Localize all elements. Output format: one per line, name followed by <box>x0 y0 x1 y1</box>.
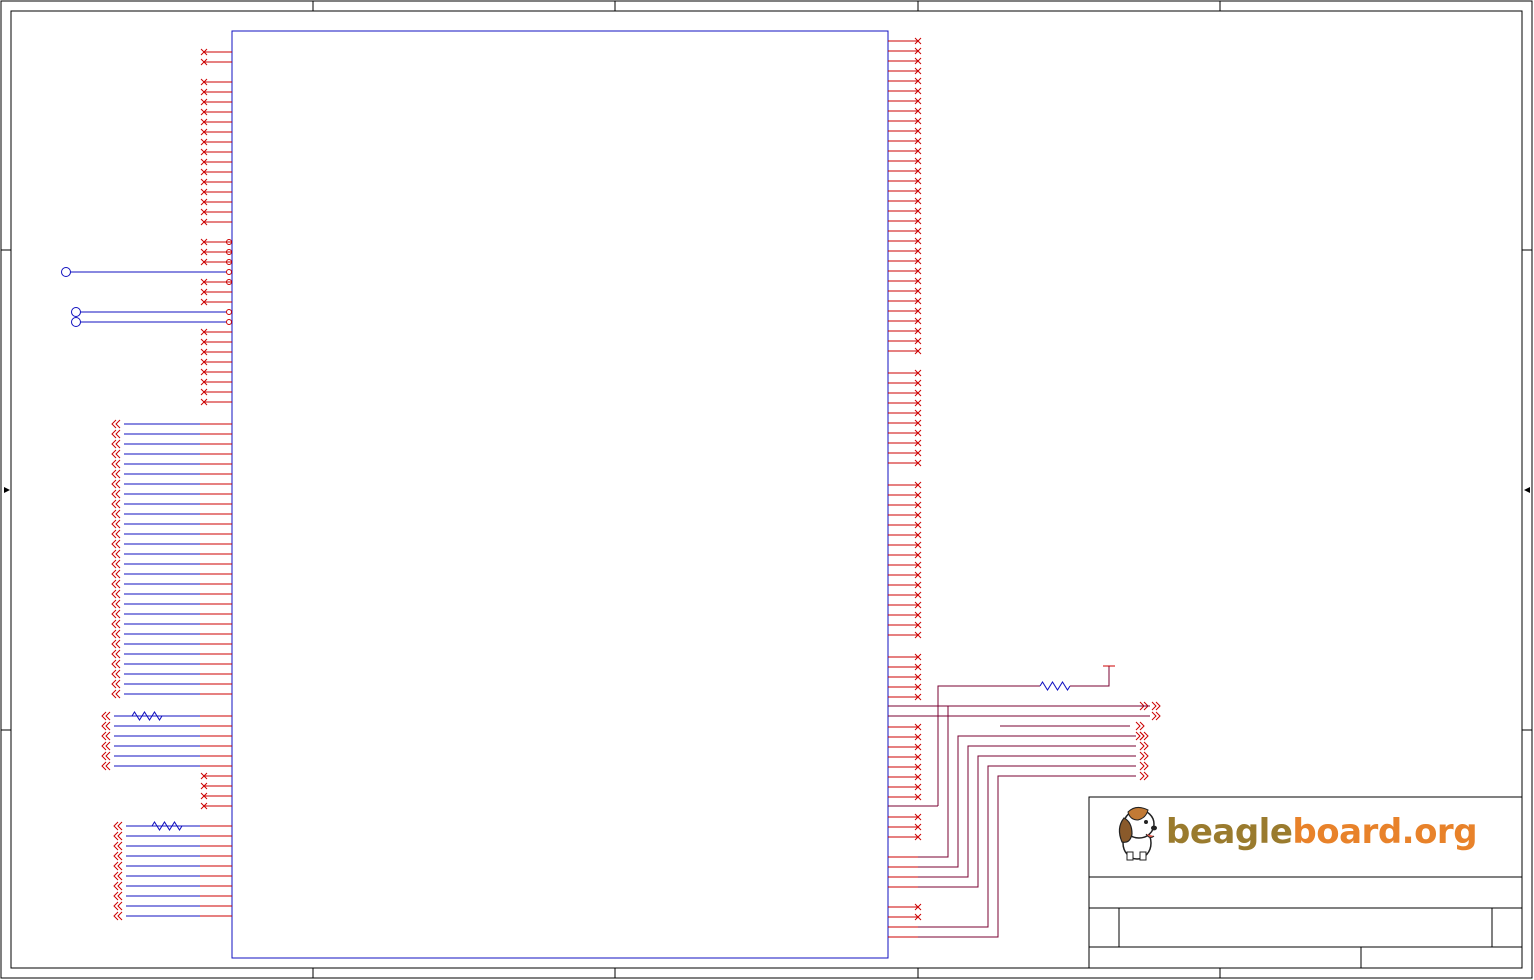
offpage-connector <box>113 821 123 831</box>
offpage-connector <box>111 629 121 639</box>
offpage-connector <box>111 499 121 509</box>
center-arrow-right <box>1524 487 1530 493</box>
logo-text-board: board <box>1292 812 1402 852</box>
ic-symbol <box>231 30 889 959</box>
beagle-dog-icon <box>1118 806 1157 861</box>
dog-nose <box>1151 825 1157 831</box>
terminal-circle <box>71 307 81 317</box>
resistor <box>151 821 183 831</box>
offpage-connector <box>111 489 121 499</box>
offpage-connector <box>111 459 121 469</box>
offpage-connector <box>101 721 111 731</box>
center-arrow-left <box>4 487 10 493</box>
beagleboard-logo: beagleboard.org <box>1166 812 1478 852</box>
offpage-connector <box>111 539 121 549</box>
offpage-connector <box>111 579 121 589</box>
pin-bubble <box>226 309 232 315</box>
offpage-connector <box>1135 731 1145 741</box>
offpage-connector <box>113 831 123 841</box>
pin-bubble <box>226 319 232 325</box>
offpage-connector <box>1139 741 1149 751</box>
pin-bubble <box>226 269 232 275</box>
dog-leg <box>1126 851 1134 861</box>
net-wire <box>918 705 1136 858</box>
net-wire <box>1070 666 1110 687</box>
logo-text-beagle: beagle <box>1166 812 1293 852</box>
offpage-connector <box>111 569 121 579</box>
offpage-connector <box>111 649 121 659</box>
offpage-connector <box>101 761 111 771</box>
net-wires <box>888 665 1161 938</box>
offpage-connector <box>101 711 111 721</box>
offpage-connector <box>111 449 121 459</box>
offpage-connector <box>111 679 121 689</box>
left-pin-column <box>61 48 232 921</box>
offpage-connector <box>101 731 111 741</box>
offpage-connector <box>1151 701 1161 711</box>
resistor <box>1039 681 1071 691</box>
offpage-connector <box>111 509 121 519</box>
offpage-connector <box>1151 711 1161 721</box>
logo-text-org: .org <box>1401 812 1478 852</box>
offpage-connector <box>113 901 123 911</box>
offpage-connector <box>111 439 121 449</box>
offpage-connector <box>111 659 121 669</box>
offpage-connector <box>111 599 121 609</box>
terminal-circle <box>61 267 71 277</box>
offpage-connector <box>1139 761 1149 771</box>
offpage-connector <box>111 689 121 699</box>
offpage-connector <box>1139 751 1149 761</box>
offpage-connector <box>113 841 123 851</box>
net-wire <box>918 765 1136 928</box>
offpage-connector <box>111 619 121 629</box>
offpage-connector <box>101 751 111 761</box>
offpage-connector <box>1135 721 1145 731</box>
offpage-connector <box>111 429 121 439</box>
offpage-connector <box>111 639 121 649</box>
offpage-connector <box>113 881 123 891</box>
terminal-circle <box>71 317 81 327</box>
offpage-connector <box>111 669 121 679</box>
offpage-connector <box>1139 771 1149 781</box>
dog-eye <box>1144 820 1148 824</box>
offpage-connector <box>113 891 123 901</box>
offpage-connector <box>113 851 123 861</box>
offpage-connector <box>111 559 121 569</box>
net-wire <box>918 775 1136 938</box>
offpage-connector <box>113 911 123 921</box>
offpage-connector <box>111 479 121 489</box>
right-pin-column <box>888 37 922 921</box>
ic-body <box>231 30 889 959</box>
offpage-connector <box>113 871 123 881</box>
offpage-connector <box>111 519 121 529</box>
offpage-connector <box>111 419 121 429</box>
offpage-connector <box>111 609 121 619</box>
resistor <box>131 711 163 721</box>
offpage-connector <box>101 741 111 751</box>
offpage-connector <box>111 589 121 599</box>
dog-leg <box>1139 851 1147 861</box>
offpage-connector <box>111 469 121 479</box>
offpage-connector <box>113 861 123 871</box>
offpage-connector <box>111 529 121 539</box>
offpage-connector <box>111 549 121 559</box>
